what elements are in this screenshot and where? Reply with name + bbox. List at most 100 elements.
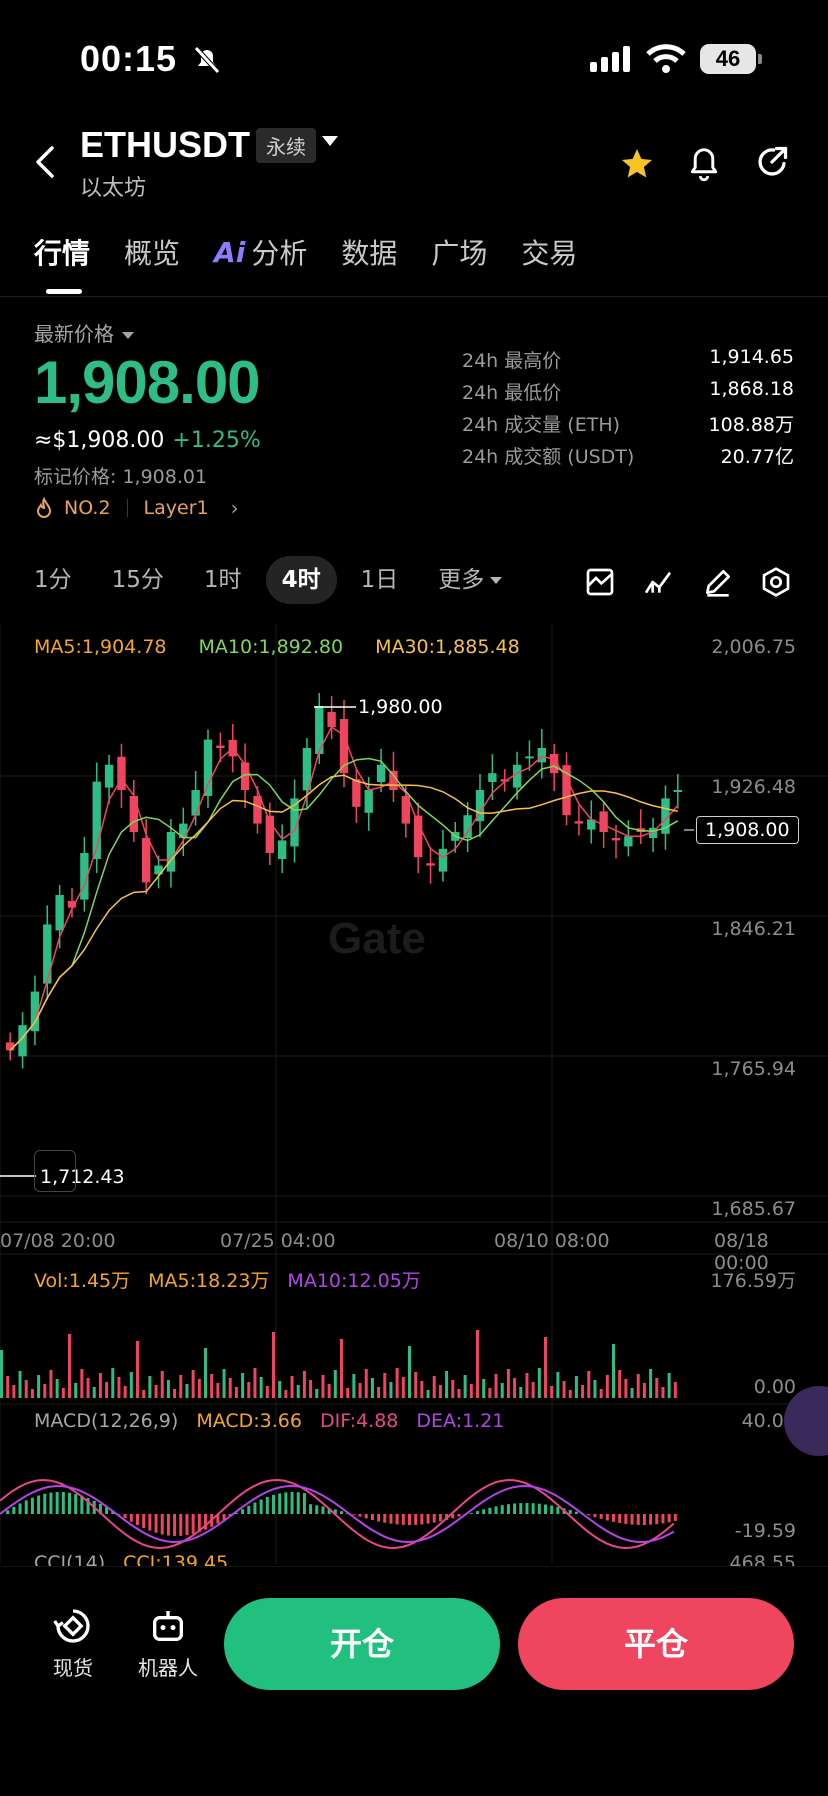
volume-bar xyxy=(129,1372,133,1398)
macd-bar xyxy=(537,1503,541,1514)
volume-bar xyxy=(18,1371,22,1398)
crosshair-toggle[interactable] xyxy=(34,1150,76,1192)
volume-bar xyxy=(346,1388,350,1398)
macd-bar xyxy=(432,1514,436,1523)
candle-body xyxy=(315,706,324,754)
candle-body xyxy=(574,821,584,824)
spot-button[interactable]: 现货 xyxy=(38,1606,108,1681)
tab-analysis[interactable]: Ai 分析 xyxy=(214,232,307,272)
interval-15m[interactable]: 15分 xyxy=(112,556,164,604)
tab-overview[interactable]: 概览 xyxy=(124,232,180,272)
symbol-dropdown-icon[interactable] xyxy=(322,136,338,146)
macd-bar xyxy=(179,1514,183,1536)
interval-more[interactable]: 更多 xyxy=(438,556,502,604)
vol-label: Vol:1.45万 xyxy=(34,1270,131,1292)
stat-row: 24h 成交额 (USDT) 20.77亿 xyxy=(462,442,794,474)
volume-bar xyxy=(383,1373,387,1398)
latest-price-selector[interactable]: 最新价格 xyxy=(34,318,134,347)
volume-bar xyxy=(253,1368,257,1398)
interval-1h[interactable]: 1时 xyxy=(204,556,242,604)
chart-layout-icon[interactable] xyxy=(584,566,616,598)
volume-bar xyxy=(476,1330,479,1398)
settings-hexagon-icon[interactable] xyxy=(760,566,792,598)
robot-button[interactable]: 机器人 xyxy=(132,1606,204,1681)
volume-bar xyxy=(482,1379,486,1398)
macd-bar xyxy=(364,1514,368,1519)
volume-bar xyxy=(562,1381,566,1398)
vol-tick: 176.59万 xyxy=(710,1270,796,1292)
volume-bar xyxy=(568,1390,572,1398)
y-tick: 2,006.75 xyxy=(711,636,796,658)
y-tick: 1,846.21 xyxy=(711,918,796,940)
rank-row[interactable]: NO.2 Layer1 › xyxy=(34,496,239,520)
volume-bar xyxy=(500,1383,504,1398)
last-price: 1,908.00 xyxy=(34,349,261,416)
volume-bar xyxy=(166,1380,170,1398)
macd-bar xyxy=(494,1506,498,1514)
ma30-label: MA30:1,885.48 xyxy=(375,636,520,658)
volume-bar xyxy=(445,1371,449,1398)
usd-price: ≈$1,908.00 xyxy=(34,428,165,453)
volume-bar xyxy=(537,1368,541,1398)
volume-bar xyxy=(197,1379,201,1398)
back-arrow-icon[interactable] xyxy=(34,144,58,180)
interval-1m[interactable]: 1分 xyxy=(34,556,72,604)
macd-bar xyxy=(259,1499,263,1514)
macd-bar xyxy=(544,1504,547,1514)
volume-bar xyxy=(574,1376,578,1398)
indicator-icon[interactable] xyxy=(642,566,674,598)
tab-trade[interactable]: 交易 xyxy=(521,232,577,272)
chevron-right-icon: › xyxy=(230,496,239,520)
wifi-icon xyxy=(646,44,686,73)
x-tick: 08/10 08:00 xyxy=(494,1230,610,1252)
contract-type-badge: 永续 xyxy=(256,128,316,163)
volume-bar xyxy=(420,1381,424,1398)
symbol-title[interactable]: ETHUSDT xyxy=(80,124,250,166)
macd-bar xyxy=(309,1504,313,1514)
macd-bar xyxy=(18,1503,22,1514)
candle-body xyxy=(599,811,608,832)
macd-bar xyxy=(352,1514,356,1515)
volume-bar xyxy=(6,1376,10,1398)
volume-bar xyxy=(43,1384,47,1398)
favorite-star-icon[interactable] xyxy=(618,146,656,182)
dif-value: DIF:4.88 xyxy=(319,1410,399,1432)
macd-bar xyxy=(500,1505,504,1514)
candle-body xyxy=(43,924,52,984)
macd-bar xyxy=(636,1514,640,1525)
volume-bar xyxy=(544,1337,547,1398)
dea-value: DEA:1.21 xyxy=(416,1410,505,1432)
alert-bell-icon[interactable] xyxy=(686,144,722,182)
macd-bar xyxy=(241,1509,245,1514)
candle-body xyxy=(327,712,336,727)
interval-bar: 1分 15分 1时 4时 1日 更多 xyxy=(34,556,542,604)
macd-bar xyxy=(253,1502,257,1514)
volume-bar xyxy=(612,1344,615,1398)
signal-icon xyxy=(590,46,630,72)
stat-value: 1,868.18 xyxy=(709,378,794,400)
stat-value: 20.77亿 xyxy=(720,446,794,468)
close-position-button[interactable]: 平仓 xyxy=(518,1598,794,1690)
volume-bar xyxy=(272,1332,275,1398)
macd-bar xyxy=(605,1514,609,1521)
ma-legend: MA5:1,904.78 MA10:1,892.80 MA30:1,885.48 xyxy=(34,636,520,658)
macd-bar xyxy=(302,1493,306,1514)
stats-panel: 24h 最高价 1,914.65 24h 最低价 1,868.18 24h 成交量 … xyxy=(462,346,794,474)
draw-pencil-icon[interactable] xyxy=(702,566,734,598)
candle-body xyxy=(611,838,621,841)
volume-bar xyxy=(222,1369,226,1398)
volume-bar xyxy=(160,1371,164,1398)
interval-1d[interactable]: 1日 xyxy=(361,556,399,604)
macd-bar xyxy=(74,1493,78,1514)
volume-bar xyxy=(494,1374,498,1398)
open-position-button[interactable]: 开仓 xyxy=(224,1598,500,1690)
macd-bar xyxy=(383,1514,387,1523)
tab-market[interactable]: 行情 xyxy=(34,232,90,294)
macd-bar xyxy=(525,1503,529,1514)
share-icon[interactable] xyxy=(754,144,790,180)
candle-body xyxy=(512,764,522,788)
interval-4h[interactable]: 4时 xyxy=(265,556,337,604)
tab-square[interactable]: 广场 xyxy=(431,232,487,272)
tab-data[interactable]: 数据 xyxy=(341,232,397,272)
macd-bar xyxy=(667,1514,671,1523)
